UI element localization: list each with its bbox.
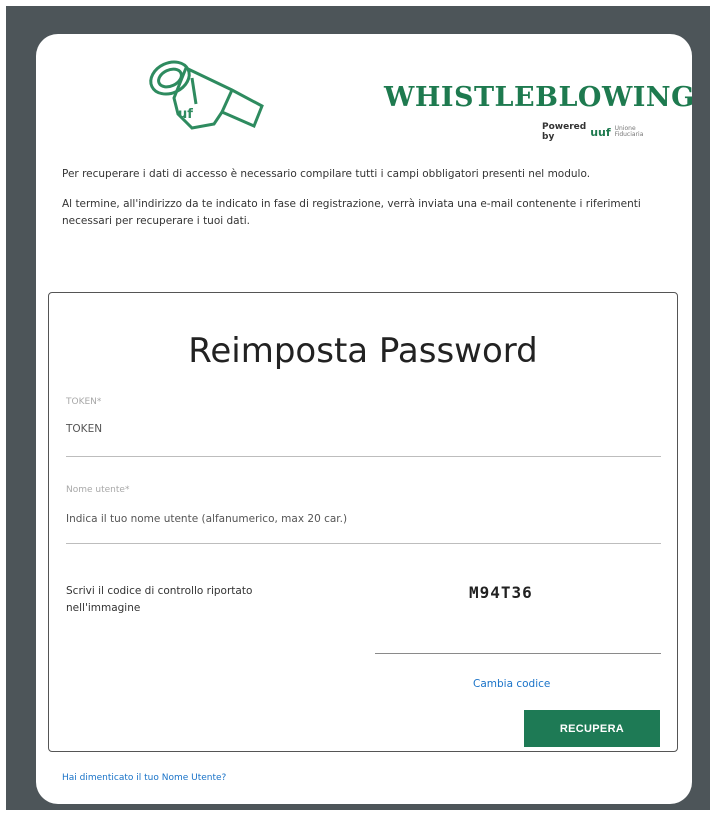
whistle-icon: uf: [149, 60, 264, 130]
captcha-image: M94T36: [469, 583, 533, 602]
captcha-label: Scrivi il codice di controllo riportato …: [66, 585, 253, 614]
login-card: uf WHISTLEBLOWING Powered by uuf Unione …: [36, 34, 694, 804]
change-code-link[interactable]: Cambia codice: [473, 678, 550, 690]
logo: uf WHISTLEBLOWING Powered by uuf Unione …: [134, 44, 694, 148]
reset-password-form: Reimposta Password TOKEN* TOKEN Nome ute…: [48, 292, 678, 752]
recupera-button[interactable]: RECUPERA: [524, 710, 660, 747]
username-input[interactable]: Indica il tuo nome utente (alfanumerico,…: [66, 513, 347, 525]
token-underline: [66, 456, 661, 457]
captcha-input[interactable]: [375, 653, 661, 654]
form-title: Reimposta Password: [188, 331, 538, 371]
powered-company: Unione Fiduciaria: [614, 125, 644, 138]
powered-mark: uuf: [590, 125, 611, 139]
page-frame: uf WHISTLEBLOWING Powered by uuf Unione …: [6, 6, 710, 810]
svg-text:uf: uf: [178, 107, 193, 122]
token-label: TOKEN*: [66, 397, 102, 407]
intro-paragraph-2: Al termine, all'indirizzo da te indicato…: [62, 198, 641, 227]
intro-text: Per recuperare i dati di accesso è neces…: [62, 166, 674, 243]
username-label: Nome utente*: [66, 485, 130, 495]
token-input[interactable]: TOKEN: [66, 423, 102, 435]
brand-name: WHISTLEBLOWING: [384, 82, 695, 113]
forgot-username-link[interactable]: Hai dimenticato il tuo Nome Utente?: [62, 773, 226, 783]
intro-paragraph-1: Per recuperare i dati di accesso è neces…: [62, 168, 591, 180]
powered-by-label: Powered by: [542, 122, 587, 142]
powered-by: Powered by uuf Unione Fiduciaria: [542, 122, 643, 142]
username-underline: [66, 543, 661, 544]
